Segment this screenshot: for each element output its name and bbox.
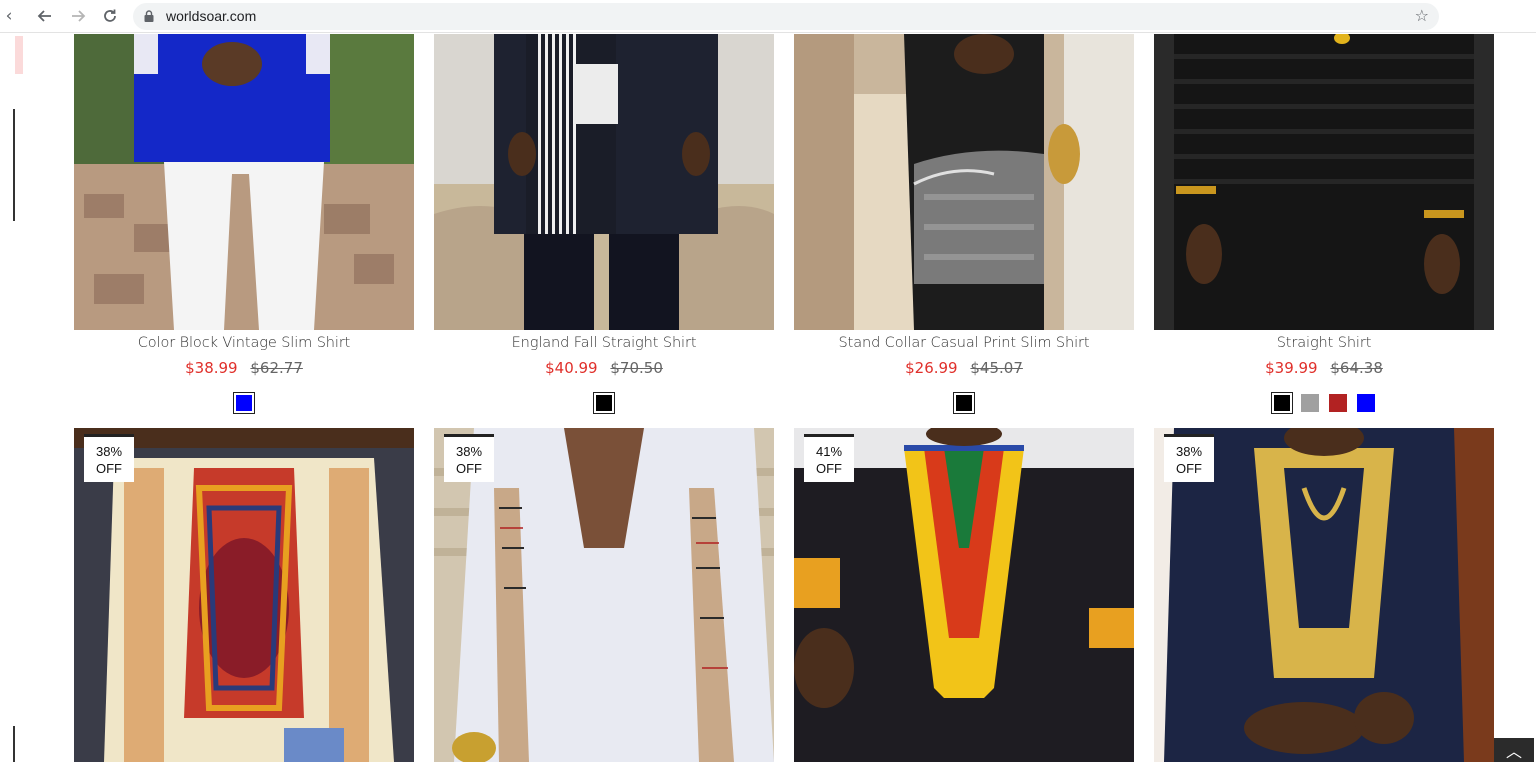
reload-button[interactable] <box>97 4 123 28</box>
tab-scroll-left-icon[interactable]: ‹ <box>0 4 20 28</box>
side-mark <box>13 109 15 221</box>
discount-badge: 38% OFF <box>84 434 134 482</box>
discount-badge: 38% OFF <box>1164 434 1214 482</box>
color-swatches <box>794 392 1134 414</box>
product-card[interactable]: Stand Collar Casual Print Slim Shirt $26… <box>794 34 1134 414</box>
discount-percent: 41% <box>815 443 843 459</box>
bookmark-star-icon[interactable]: ☆ <box>1415 6 1429 25</box>
product-name[interactable]: Straight Shirt <box>1154 335 1494 351</box>
sale-price: $26.99 <box>905 359 958 377</box>
color-swatch-red[interactable] <box>1328 393 1348 413</box>
product-image[interactable] <box>434 34 774 330</box>
color-swatches <box>74 392 414 414</box>
product-card[interactable]: Straight Shirt $39.99 $64.38 <box>1154 34 1494 414</box>
arrow-right-icon <box>72 10 86 22</box>
reload-icon <box>104 9 116 22</box>
color-swatch-blue[interactable] <box>233 392 255 414</box>
discount-badge: 41% OFF <box>804 434 854 482</box>
product-grid-page: Color Block Vintage Slim Shirt $38.99 $6… <box>0 34 1536 762</box>
discount-percent: 38% <box>1175 443 1203 459</box>
product-image[interactable] <box>1154 34 1494 330</box>
side-mark <box>15 36 23 74</box>
chevron-up-icon: ︿ <box>1505 742 1522 761</box>
color-swatch-black[interactable] <box>1271 392 1293 414</box>
product-price: $38.99 $62.77 <box>74 359 414 377</box>
product-image[interactable]: 38% OFF <box>1154 428 1494 762</box>
discount-off-label: OFF <box>456 460 482 476</box>
product-card[interactable]: Color Block Vintage Slim Shirt $38.99 $6… <box>74 34 414 414</box>
url-text[interactable]: worldsoar.com <box>166 8 256 24</box>
product-price: $26.99 $45.07 <box>794 359 1134 377</box>
color-swatches <box>1154 392 1494 414</box>
address-bar[interactable]: worldsoar.com ☆ <box>133 3 1439 30</box>
color-swatch-grey[interactable] <box>1300 393 1320 413</box>
product-image[interactable]: 38% OFF <box>74 428 414 762</box>
product-card[interactable]: 38% OFF <box>74 428 414 762</box>
lock-icon <box>144 10 154 22</box>
arrow-left-icon <box>37 10 51 22</box>
sale-price: $38.99 <box>185 359 238 377</box>
product-price: $40.99 $70.50 <box>434 359 774 377</box>
side-mark <box>13 726 15 762</box>
color-swatches <box>434 392 774 414</box>
forward-button[interactable] <box>65 4 91 28</box>
original-price: $62.77 <box>250 359 303 377</box>
product-name[interactable]: Color Block Vintage Slim Shirt <box>74 335 414 351</box>
sale-price: $40.99 <box>545 359 598 377</box>
back-button[interactable] <box>32 4 58 28</box>
discount-off-label: OFF <box>1176 460 1202 476</box>
sale-price: $39.99 <box>1265 359 1318 377</box>
color-swatch-black[interactable] <box>593 392 615 414</box>
product-name[interactable]: England Fall Straight Shirt <box>434 335 774 351</box>
color-swatch-blue[interactable] <box>1356 393 1376 413</box>
color-swatch-black[interactable] <box>953 392 975 414</box>
discount-off-label: OFF <box>816 460 842 476</box>
product-price: $39.99 $64.38 <box>1154 359 1494 377</box>
product-name[interactable]: Stand Collar Casual Print Slim Shirt <box>794 335 1134 351</box>
product-card[interactable]: 38% OFF <box>1154 428 1494 762</box>
discount-percent: 38% <box>95 443 123 459</box>
original-price: $64.38 <box>1330 359 1383 377</box>
product-image[interactable] <box>74 34 414 330</box>
product-image[interactable]: 41% OFF <box>794 428 1134 762</box>
discount-percent: 38% <box>455 443 483 459</box>
back-to-top-button[interactable]: ︿ <box>1494 738 1534 762</box>
product-card[interactable]: England Fall Straight Shirt $40.99 $70.5… <box>434 34 774 414</box>
browser-toolbar: ‹ worldsoar.com ☆ <box>0 0 1536 33</box>
discount-off-label: OFF <box>96 460 122 476</box>
original-price: $70.50 <box>610 359 663 377</box>
product-image[interactable]: 38% OFF <box>434 428 774 762</box>
discount-badge: 38% OFF <box>444 434 494 482</box>
product-card[interactable]: 38% OFF <box>434 428 774 762</box>
product-card[interactable]: 41% OFF <box>794 428 1134 762</box>
product-image[interactable] <box>794 34 1134 330</box>
original-price: $45.07 <box>970 359 1023 377</box>
